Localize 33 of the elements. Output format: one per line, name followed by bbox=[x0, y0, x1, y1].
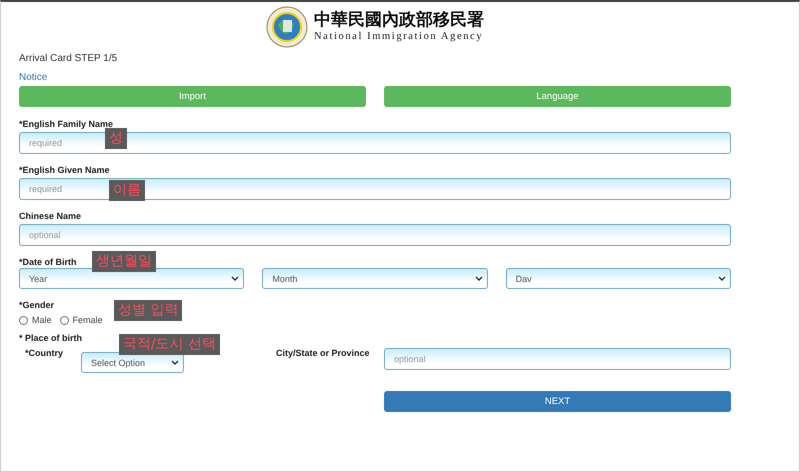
emblem-logo bbox=[266, 6, 308, 48]
dropdown-select[interactable]: Year bbox=[19, 268, 244, 289]
agency-subtitle: National Immigration Agency bbox=[314, 30, 484, 44]
agency-title: 中華民國內政部移民署 bbox=[314, 10, 484, 30]
annotation-label: 이름 bbox=[109, 180, 145, 201]
radio-button[interactable] bbox=[60, 316, 69, 324]
chevron-down-icon bbox=[718, 276, 726, 282]
field-label: City/State or Province bbox=[276, 348, 370, 358]
radio-option[interactable]: Female bbox=[60, 315, 103, 325]
annotation-label: 생년월일 bbox=[92, 251, 156, 272]
annotation-label: 성 bbox=[105, 128, 127, 149]
dropdown-select[interactable]: Month bbox=[262, 268, 488, 289]
chevron-down-icon bbox=[231, 276, 240, 282]
notice-link[interactable]: Notice bbox=[19, 72, 48, 83]
annotation-label: 성별 입력 bbox=[114, 300, 182, 321]
field-label: *English Given Name bbox=[19, 165, 110, 175]
field-label: *Gender bbox=[19, 300, 54, 310]
chevron-down-icon bbox=[474, 276, 483, 282]
text-input[interactable]: optional bbox=[19, 224, 731, 246]
field-label: *Country bbox=[25, 348, 64, 358]
text-input[interactable]: optional bbox=[384, 348, 731, 370]
chevron-down-icon bbox=[171, 360, 179, 366]
field-label: *Date of Birth bbox=[19, 257, 77, 267]
step-indicator: Arrival Card STEP 1/5 bbox=[19, 53, 118, 64]
radio-button[interactable] bbox=[19, 316, 28, 324]
radio-option[interactable]: Male bbox=[19, 315, 52, 325]
annotation-label: 국적/도시 선택 bbox=[119, 334, 220, 355]
field-label: * Place of birth bbox=[19, 333, 82, 343]
field-label: *English Family Name bbox=[19, 119, 114, 129]
country-select[interactable]: Select Option bbox=[81, 352, 184, 373]
next-button[interactable]: NEXT bbox=[384, 391, 731, 412]
dropdown-select[interactable]: Dav bbox=[506, 268, 731, 289]
field-label: Chinese Name bbox=[19, 211, 82, 221]
